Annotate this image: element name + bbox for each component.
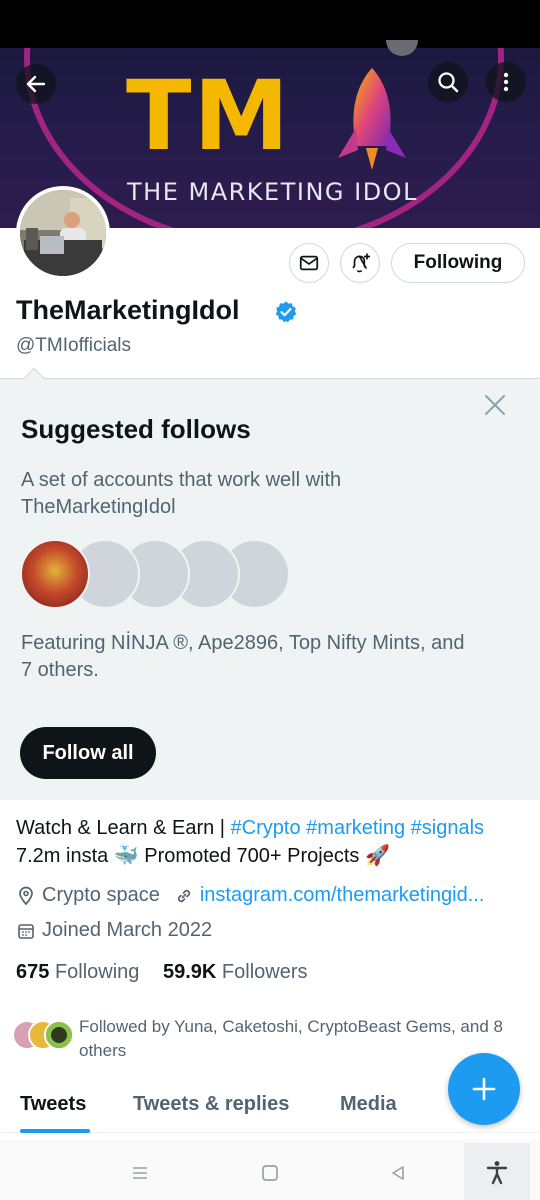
display-name: TheMarketingIdol [16,295,240,325]
status-bar [0,0,540,48]
joined-text: Joined March 2022 [42,919,213,941]
envelope-icon [299,255,319,271]
suggested-description: A set of accounts that work well with Th… [21,469,342,518]
back-button[interactable] [16,64,56,104]
bio-text: Watch & Learn & Earn | [16,817,231,839]
tab-tweets-replies[interactable]: Tweets & replies [133,1093,289,1116]
message-button[interactable] [289,243,329,283]
card-notch [22,367,46,391]
profile-bio: Watch & Learn & Earn | #Crypto #marketin… [16,814,526,870]
close-icon[interactable] [482,392,508,418]
home-square-icon [262,1165,278,1181]
profile-avatar[interactable] [16,186,110,280]
followers-stat[interactable]: 59.9K Followers [163,961,308,983]
search-icon [438,72,459,93]
tab-media[interactable]: Media [340,1093,397,1116]
followed-by-row[interactable]: Followed by Yuna, Caketoshi, CryptoBeast… [12,1015,532,1063]
tab-tweets[interactable]: Tweets [20,1093,86,1116]
user-handle: @TMIofficials [16,335,132,356]
accessibility-button[interactable] [483,1158,511,1186]
suggested-avatar-ninja[interactable] [20,539,90,609]
back-arrow-icon [26,75,46,93]
suggested-featuring: Featuring NİNJA ®, Ape2896, Top Nifty Mi… [21,632,465,681]
banner-logo-text: TM [126,60,292,172]
profile-link[interactable]: instagram.com/themarketingid... [200,884,485,907]
hashtag-signals[interactable]: #signals [411,817,484,839]
follow-stats: 675 Following 59.9K Followers [16,961,308,984]
followed-by-text: Followed by Yuna, Caketoshi, CryptoBeast… [79,1017,503,1060]
verified-badge-icon [275,301,297,323]
follow-all-button[interactable]: Follow all [20,727,156,779]
following-button[interactable]: Following [391,243,525,283]
location-icon [16,886,36,906]
location-text: Crypto space [42,884,160,906]
bio-line-1: Watch & Learn & Earn | #Crypto #marketin… [16,814,526,842]
more-icon [503,72,509,92]
link-icon [174,886,194,906]
profile-meta-joined: Joined March 2022 [16,919,212,942]
active-tab-indicator [20,1129,90,1133]
followers-label: Followers [221,961,308,983]
hashtag-marketing[interactable]: #marketing [306,817,405,839]
suggested-avatars [20,539,300,609]
following-label: Following [54,961,140,983]
bell-plus-icon [352,253,370,273]
compose-tweet-button[interactable] [448,1053,520,1125]
suggested-title: Suggested follows [21,414,251,444]
calendar-icon [16,921,36,941]
banner-tagline: THE MARKETING IDOL [127,178,418,206]
home-button[interactable] [256,1159,284,1187]
bio-line-2: 7.2m insta 🐳 Promoted 700+ Projects 🚀 [16,845,390,867]
notifications-button[interactable] [340,243,380,283]
menu-icon [133,1167,147,1179]
following-count: 675 [16,961,50,983]
more-options-button[interactable] [486,62,526,102]
follower-avatar [44,1020,74,1050]
compose-plus-icon [472,1077,496,1101]
followers-count: 59.9K [162,961,217,983]
hashtag-crypto[interactable]: #Crypto [231,817,301,839]
recent-apps-button[interactable] [126,1159,154,1187]
back-triangle-icon [392,1166,404,1180]
suggested-follows-card: Suggested follows A set of accounts that… [0,367,540,800]
system-back-button[interactable] [384,1159,412,1187]
profile-meta-location-link: Crypto space instagram.com/themarketingi… [16,884,484,907]
following-stat[interactable]: 675 Following [16,961,139,983]
rocket-icon [338,68,406,170]
accessibility-icon [486,1161,508,1185]
search-button[interactable] [428,62,468,102]
avatar-photo [20,190,106,276]
